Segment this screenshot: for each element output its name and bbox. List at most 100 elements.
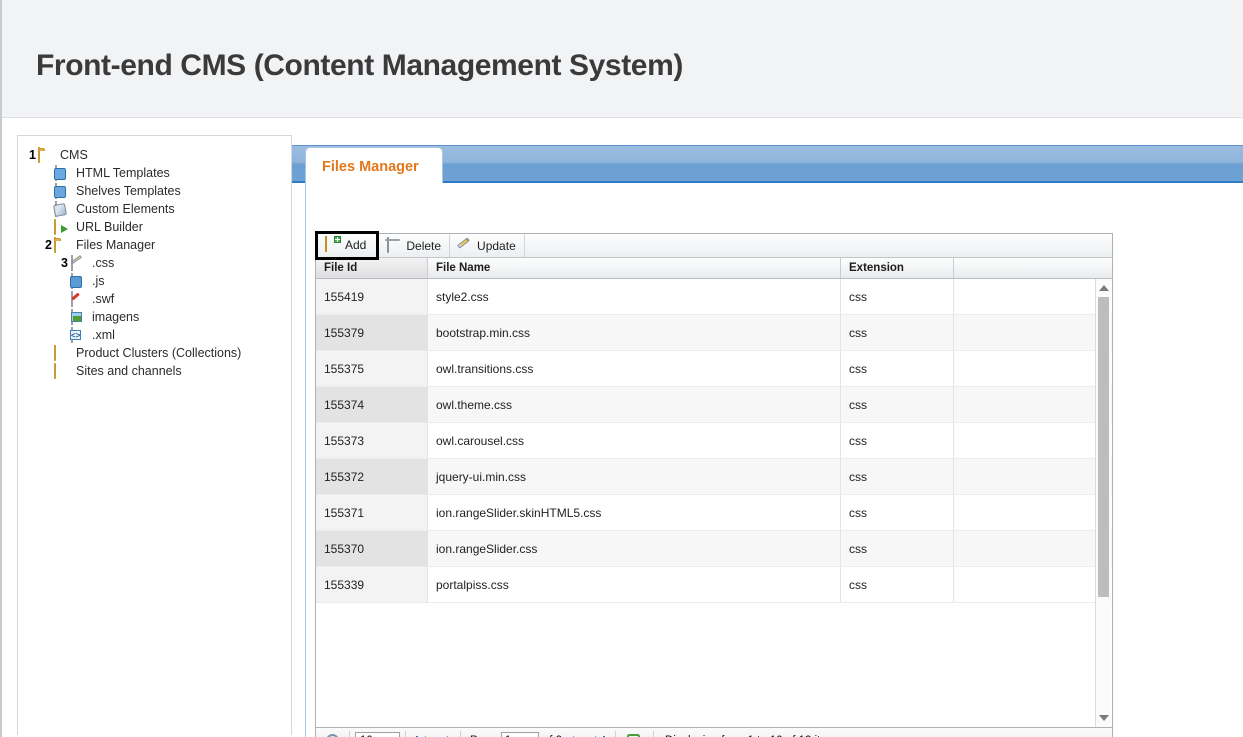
last-page-button[interactable] xyxy=(591,733,607,737)
first-page-button[interactable] xyxy=(414,733,430,737)
sidebar-item-css[interactable]: 3 .css xyxy=(18,254,291,272)
tab-files-manager[interactable]: Files Manager xyxy=(305,147,443,184)
table-row[interactable]: 155375owl.transitions.csscss xyxy=(316,351,1112,387)
sidebar-item-files-manager[interactable]: 2Files Manager xyxy=(18,236,291,254)
grid-toolbar: Add Delete Update xyxy=(315,233,1113,258)
table-row[interactable]: 155419style2.csscss xyxy=(316,279,1112,315)
scroll-down-arrow-icon[interactable] xyxy=(1099,715,1109,721)
cell-spacer xyxy=(954,567,1112,603)
sidebar-item-label: CMS xyxy=(60,146,88,164)
sidebar-item-marker: 3 xyxy=(54,256,68,270)
sidebar-item-label: imagens xyxy=(92,308,139,326)
sidebar-item-shelves-templates[interactable]: 0 Shelves Templates xyxy=(18,182,291,200)
sidebar-item-marker: 0 xyxy=(38,364,52,378)
grid-column-header[interactable]: File Id xyxy=(316,258,428,278)
pager-divider xyxy=(460,731,461,737)
next-page-button[interactable] xyxy=(569,733,585,737)
cell-file-id: 155371 xyxy=(316,495,428,531)
update-button-label: Update xyxy=(477,239,516,253)
cell-extension: css xyxy=(841,459,954,495)
cell-file-id: 155419 xyxy=(316,279,428,315)
shelves-template-icon xyxy=(54,184,70,199)
update-button[interactable]: Update xyxy=(450,234,525,257)
page-number-input[interactable] xyxy=(501,732,539,737)
sidebar-item-label: .xml xyxy=(92,326,115,344)
folder-open-icon xyxy=(54,238,70,253)
xml-file-icon: <> xyxy=(70,328,86,343)
swf-file-icon xyxy=(70,292,86,307)
cell-file-name: jquery-ui.min.css xyxy=(428,459,841,495)
cell-extension: css xyxy=(841,315,954,351)
sidebar-item-marker: 0 xyxy=(54,292,68,306)
sidebar-item-marker: 1 xyxy=(22,148,36,162)
cell-extension: css xyxy=(841,279,954,315)
table-row[interactable]: 155372jquery-ui.min.csscss xyxy=(316,459,1112,495)
add-button[interactable]: Add xyxy=(315,231,379,260)
cell-file-name: owl.transitions.css xyxy=(428,351,841,387)
prev-page-button[interactable] xyxy=(436,733,452,737)
cell-file-name: owl.carousel.css xyxy=(428,423,841,459)
grid-column-header[interactable] xyxy=(954,258,1112,278)
sidebar-item-sites-and-channels[interactable]: 0Sites and channels xyxy=(18,362,291,380)
cell-file-name: ion.rangeSlider.css xyxy=(428,531,841,567)
url-builder-icon xyxy=(54,220,70,235)
delete-button-label: Delete xyxy=(406,239,441,253)
main-panel: Files Manager Add Delete xyxy=(292,135,1243,669)
sidebar-item-cms[interactable]: 1 CMS xyxy=(18,146,291,164)
sidebar-item-html-templates[interactable]: 0HTML Templates xyxy=(18,164,291,182)
image-file-icon xyxy=(70,310,86,325)
grid-pager: 10 Page of 2 xyxy=(315,727,1113,737)
cell-spacer xyxy=(954,279,1112,315)
table-row[interactable]: 155371ion.rangeSlider.skinHTML5.csscss xyxy=(316,495,1112,531)
sidebar-item-js[interactable]: 0.js xyxy=(18,272,291,290)
sidebar-item-label: Shelves Templates xyxy=(76,182,181,200)
cell-file-name: bootstrap.min.css xyxy=(428,315,841,351)
sidebar-item-xml[interactable]: 0<>.xml xyxy=(18,326,291,344)
table-row[interactable]: 155379bootstrap.min.csscss xyxy=(316,315,1112,351)
cell-file-id: 155370 xyxy=(316,531,428,567)
js-file-icon xyxy=(70,274,86,289)
table-row[interactable]: 155339portalpiss.csscss xyxy=(316,567,1112,603)
grid-vertical-scrollbar[interactable] xyxy=(1095,279,1111,727)
cell-file-id: 155374 xyxy=(316,387,428,423)
panel-body: Add Delete Update File IdFile NameExtens… xyxy=(305,183,1243,737)
sidebar-item-marker: 0 xyxy=(38,184,52,198)
trash-icon xyxy=(385,238,401,254)
add-button-label: Add xyxy=(345,238,366,252)
delete-button[interactable]: Delete xyxy=(379,234,450,257)
pager-divider xyxy=(653,731,654,737)
scroll-up-arrow-icon[interactable] xyxy=(1099,285,1109,291)
sidebar-item-marker: 0 xyxy=(38,202,52,216)
grid-rows: 155419style2.csscss155379bootstrap.min.c… xyxy=(316,279,1112,603)
grid-column-header[interactable]: File Name xyxy=(428,258,841,278)
sidebar-item-imagens[interactable]: 0imagens xyxy=(18,308,291,326)
page-size-select[interactable]: 10 xyxy=(355,732,400,737)
sidebar-item-marker: 0 xyxy=(38,166,52,180)
sidebar-item-product-clusters-collections[interactable]: 0Product Clusters (Collections) xyxy=(18,344,291,362)
page-header: Front-end CMS (Content Management System… xyxy=(2,0,1243,118)
scrollbar-thumb[interactable] xyxy=(1098,297,1109,597)
custom-elements-icon xyxy=(54,202,70,217)
table-row[interactable]: 155370ion.rangeSlider.csscss xyxy=(316,531,1112,567)
sidebar-item-url-builder[interactable]: 0URL Builder xyxy=(18,218,291,236)
app-root: Front-end CMS (Content Management System… xyxy=(0,0,1243,737)
sidebar-item-swf[interactable]: 0.swf xyxy=(18,290,291,308)
cell-extension: css xyxy=(841,387,954,423)
cell-file-id: 155375 xyxy=(316,351,428,387)
grid-column-header[interactable]: Extension xyxy=(841,258,954,278)
sidebar-item-label: .css xyxy=(92,254,114,272)
css-file-icon xyxy=(70,256,86,271)
cell-spacer xyxy=(954,423,1112,459)
sidebar-item-custom-elements[interactable]: 0Custom Elements xyxy=(18,200,291,218)
cell-spacer xyxy=(954,531,1112,567)
table-row[interactable]: 155374owl.theme.csscss xyxy=(316,387,1112,423)
sidebar-item-label: Product Clusters (Collections) xyxy=(76,344,241,362)
pencil-icon xyxy=(456,238,472,254)
cell-file-id: 155373 xyxy=(316,423,428,459)
sidebar-tree-panel: 1CMS0HTML Templates0Shelves Templates0Cu… xyxy=(17,135,292,735)
pager-divider xyxy=(349,731,350,737)
refresh-icon[interactable] xyxy=(627,733,642,737)
cell-extension: css xyxy=(841,351,954,387)
table-row[interactable]: 155373owl.carousel.csscss xyxy=(316,423,1112,459)
cell-file-id: 155372 xyxy=(316,459,428,495)
